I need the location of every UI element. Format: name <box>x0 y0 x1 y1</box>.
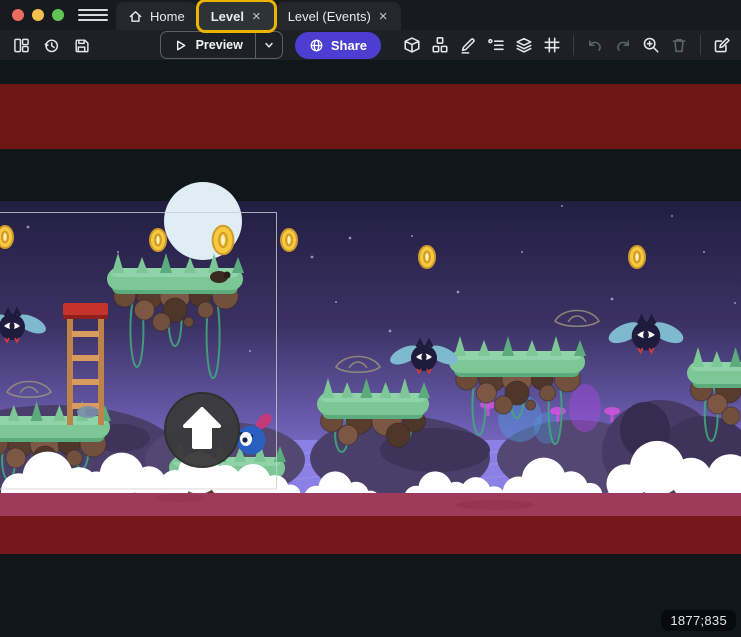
preview-dropdown-button[interactable] <box>256 39 282 51</box>
share-button[interactable]: Share <box>295 32 381 59</box>
panels-icon[interactable] <box>8 33 34 57</box>
cursor-coordinates-badge: 1877;835 <box>661 610 736 631</box>
redo-icon[interactable] <box>610 33 636 57</box>
close-tab-icon[interactable]: × <box>378 9 389 24</box>
coin-object[interactable] <box>281 229 297 251</box>
tab-label: Level <box>211 9 244 24</box>
grid-icon[interactable] <box>539 33 565 57</box>
share-label: Share <box>331 38 367 53</box>
bottom-bands[interactable] <box>0 493 741 637</box>
toolbar-center: Preview Share <box>94 31 399 59</box>
close-window-icon[interactable] <box>12 9 24 21</box>
coin-object[interactable] <box>0 226 13 248</box>
undo-icon[interactable] <box>582 33 608 57</box>
pebble-object[interactable] <box>77 406 99 418</box>
objects-icon[interactable] <box>427 33 453 57</box>
3d-box-icon[interactable] <box>399 33 425 57</box>
tab-label: Home <box>150 9 185 24</box>
up-arrow-control-object[interactable] <box>165 393 239 467</box>
hamburger-menu-icon[interactable] <box>74 0 112 30</box>
tab-label: Level (Events) <box>288 9 371 24</box>
tab-home[interactable]: Home <box>116 2 197 30</box>
gdevelop-window: Home Level × Level (Events) × <box>0 0 741 637</box>
coin-object[interactable] <box>419 246 435 268</box>
tab-level-events[interactable]: Level (Events) × <box>276 2 401 30</box>
preview-button[interactable]: Preview <box>160 31 283 59</box>
toolbar-right-icons <box>399 33 741 57</box>
titlebar: Home Level × Level (Events) × <box>0 0 741 30</box>
history-icon[interactable] <box>38 33 64 57</box>
red-band-object[interactable] <box>0 84 741 149</box>
layers-icon[interactable] <box>511 33 537 57</box>
toolbar: Preview Share <box>0 30 741 61</box>
play-icon <box>173 38 188 53</box>
zoom-in-icon[interactable] <box>638 33 664 57</box>
edit-pencil-icon[interactable] <box>455 33 481 57</box>
instances-list-icon[interactable] <box>483 33 509 57</box>
tab-level[interactable]: Level × <box>199 2 274 30</box>
chevron-down-icon <box>263 39 275 51</box>
scene-viewport[interactable] <box>0 60 741 637</box>
home-icon <box>128 9 143 24</box>
coin-object[interactable] <box>629 246 645 268</box>
tab-bar: Home Level × Level (Events) × <box>116 0 401 30</box>
minimize-window-icon[interactable] <box>32 9 44 21</box>
close-tab-icon[interactable]: × <box>251 9 262 24</box>
toolbar-left-icons <box>0 33 94 57</box>
traffic-lights <box>0 0 74 30</box>
scene-editor-canvas[interactable]: 1877;835 <box>0 60 741 637</box>
globe-icon <box>309 38 324 53</box>
preview-label: Preview <box>196 38 243 52</box>
coin-object[interactable] <box>150 229 166 251</box>
coin-object[interactable] <box>213 226 234 255</box>
edit-scene-icon[interactable] <box>709 33 735 57</box>
save-icon[interactable] <box>68 33 94 57</box>
zoom-window-icon[interactable] <box>52 9 64 21</box>
trash-icon[interactable] <box>666 33 692 57</box>
